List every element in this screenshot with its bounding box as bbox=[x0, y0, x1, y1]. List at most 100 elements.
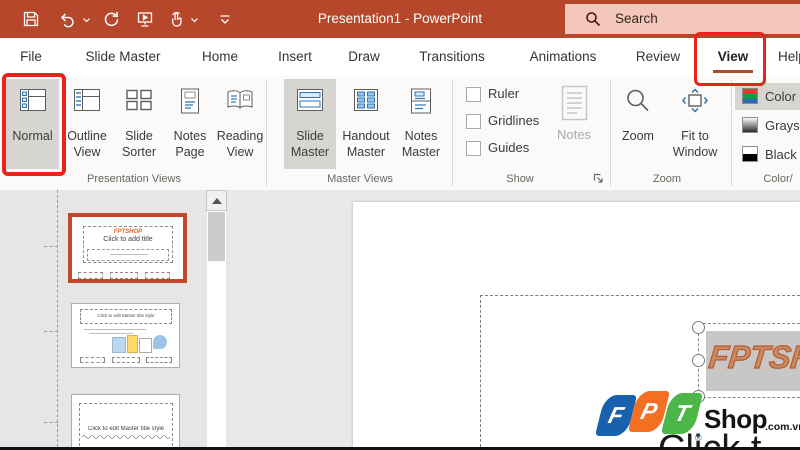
up-arrow-icon bbox=[211, 198, 222, 204]
tab-transitions[interactable]: Transitions bbox=[419, 38, 485, 76]
button-label: Page bbox=[175, 144, 205, 159]
notes-button-disabled: Notes bbox=[550, 79, 598, 169]
thumbnail-scrollbar-thumb[interactable] bbox=[208, 212, 225, 261]
fit-to-window-button[interactable]: Fit to Window bbox=[666, 79, 724, 169]
slide-master-thumbnail[interactable]: FPTSHOP Click to add title bbox=[68, 213, 187, 283]
button-label: Reading bbox=[216, 129, 264, 143]
fpt-shop-wordmark: Shop bbox=[704, 404, 768, 434]
black-and-white-label: Black bbox=[765, 147, 797, 162]
group-separator bbox=[452, 80, 453, 186]
notes-disabled-icon bbox=[561, 85, 587, 121]
title-placeholder-border bbox=[480, 295, 800, 296]
tab-file[interactable]: File bbox=[20, 38, 42, 76]
notes-label: Notes bbox=[557, 127, 591, 142]
button-label: Notes bbox=[173, 129, 207, 143]
tab-review[interactable]: Review bbox=[636, 38, 680, 76]
group-label-zoom: Zoom bbox=[652, 173, 682, 185]
gridlines-checkbox[interactable] bbox=[466, 114, 481, 129]
footer-placeholder bbox=[80, 357, 105, 363]
group-separator bbox=[610, 80, 611, 186]
ruler-checkbox[interactable] bbox=[466, 87, 481, 102]
search-box[interactable]: Search bbox=[565, 4, 800, 34]
footer-placeholder bbox=[78, 272, 103, 279]
outline-view-button[interactable]: Outline View bbox=[62, 79, 112, 169]
thumbnail-title-placeholder: FPTSHOP Click to add title bbox=[83, 226, 173, 263]
thumbnail-title-placeholder: Click to edit Master title style bbox=[79, 403, 173, 447]
group-separator bbox=[731, 80, 732, 186]
button-label: Fit to bbox=[681, 129, 709, 143]
thumbnail-watermark: FPTSHOP bbox=[113, 229, 143, 235]
active-tab-indicator bbox=[713, 70, 753, 73]
button-label: Zoom bbox=[622, 129, 654, 143]
selection-border bbox=[698, 397, 800, 398]
thumbnail-title-placeholder: Click to edit Master title style bbox=[80, 309, 172, 324]
group-label-presentation-views: Presentation Views bbox=[87, 173, 181, 185]
notes-master-button[interactable]: Notes Master bbox=[396, 79, 446, 169]
handout-master-icon bbox=[354, 89, 378, 111]
title-bar: Presentation1 - PowerPoint Search bbox=[0, 0, 800, 38]
ribbon: Normal Outline View Slide Sorter Notes P… bbox=[0, 76, 800, 191]
ribbon-tab-row: File Slide Master Home Insert Draw Trans… bbox=[0, 38, 800, 76]
selection-handle[interactable] bbox=[691, 354, 705, 367]
tab-help[interactable]: Help bbox=[778, 38, 800, 76]
scrollbar-up-button[interactable] bbox=[206, 190, 227, 211]
tab-slide-master[interactable]: Slide Master bbox=[85, 38, 160, 76]
outline-view-icon bbox=[74, 89, 100, 111]
button-label: Master bbox=[401, 144, 441, 159]
button-label: View bbox=[73, 144, 101, 159]
powerpoint-window: Presentation1 - PowerPoint Search File S… bbox=[0, 0, 800, 450]
squiggle-underline bbox=[82, 435, 170, 439]
black-and-white-icon bbox=[742, 146, 758, 162]
zoom-button[interactable]: Zoom bbox=[616, 79, 660, 169]
handout-master-button[interactable]: Handout Master bbox=[338, 79, 394, 169]
grayscale-button[interactable]: Grays bbox=[735, 112, 800, 139]
tree-connector bbox=[44, 246, 58, 247]
footer-placeholder bbox=[110, 272, 138, 279]
grayscale-icon bbox=[742, 117, 758, 133]
button-label: Master bbox=[290, 144, 330, 159]
footer-placeholder bbox=[146, 357, 172, 363]
black-and-white-button[interactable]: Black bbox=[735, 141, 800, 168]
smartart-graphic bbox=[153, 335, 167, 349]
button-label: Master bbox=[346, 144, 386, 159]
title-placeholder-border bbox=[480, 295, 481, 447]
color-button[interactable]: Color bbox=[735, 83, 800, 110]
slide-master-button[interactable]: Slide Master bbox=[284, 79, 336, 169]
master-tree-line bbox=[57, 190, 58, 447]
reading-view-icon bbox=[227, 90, 253, 109]
tab-home[interactable]: Home bbox=[202, 38, 238, 76]
fpt-shop-domain: .com.vn bbox=[765, 421, 800, 433]
watermark-image-selected[interactable]: FPTSHOP bbox=[706, 331, 800, 391]
button-label: Outline bbox=[67, 129, 107, 143]
selection-handle[interactable] bbox=[691, 321, 705, 334]
tab-insert[interactable]: Insert bbox=[278, 38, 312, 76]
normal-view-icon bbox=[19, 89, 46, 111]
tab-animations[interactable]: Animations bbox=[530, 38, 597, 76]
smartart-graphic bbox=[139, 338, 152, 353]
slide-editing-area: FPTSHOP Click t F P T ® Shop .com.vn bbox=[230, 190, 800, 447]
ruler-label: Ruler bbox=[488, 86, 520, 101]
workspace: FPTSHOP Click t F P T ® Shop .com.vn bbox=[0, 190, 800, 447]
notes-page-button[interactable]: Notes Page bbox=[166, 79, 214, 169]
normal-view-button[interactable]: Normal bbox=[6, 79, 59, 169]
notes-page-icon bbox=[181, 88, 199, 114]
fit-to-window-icon bbox=[682, 88, 708, 113]
thumbnail-title-text: Click to edit Master title style bbox=[97, 313, 155, 318]
show-dialog-launcher-icon[interactable] bbox=[592, 172, 604, 184]
button-label: Normal bbox=[12, 129, 53, 143]
footer-placeholder bbox=[145, 272, 170, 279]
tree-connector bbox=[44, 331, 58, 332]
layout-thumbnail[interactable]: Click to edit Master title style bbox=[71, 394, 180, 447]
layout-thumbnail[interactable]: Click to edit Master title style bbox=[71, 303, 180, 368]
fpt-letter: P bbox=[638, 398, 661, 424]
button-label: Notes bbox=[404, 129, 438, 143]
guides-checkbox[interactable] bbox=[466, 141, 481, 156]
slide-sorter-icon bbox=[126, 89, 152, 111]
gridlines-label: Gridlines bbox=[488, 113, 540, 128]
tab-draw[interactable]: Draw bbox=[348, 38, 380, 76]
reading-view-button[interactable]: Reading View bbox=[215, 79, 265, 169]
color-label: Color bbox=[765, 89, 797, 104]
button-label: Handout bbox=[342, 129, 390, 143]
slide-sorter-button[interactable]: Slide Sorter bbox=[114, 79, 164, 169]
thumbnail-subtitle-placeholder bbox=[87, 249, 169, 261]
